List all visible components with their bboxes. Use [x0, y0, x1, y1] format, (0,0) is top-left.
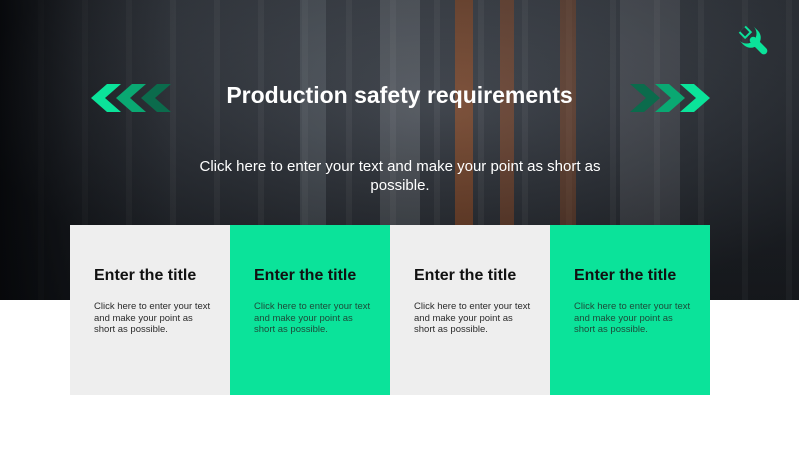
card-4[interactable]: Enter the title Click here to enter your… — [550, 225, 710, 395]
card-row: Enter the title Click here to enter your… — [70, 225, 710, 395]
card-1[interactable]: Enter the title Click here to enter your… — [70, 225, 230, 395]
wrench-icon — [738, 25, 768, 55]
card-title[interactable]: Enter the title — [414, 267, 532, 285]
slide-subtitle[interactable]: Click here to enter your text and make y… — [190, 157, 610, 195]
card-2[interactable]: Enter the title Click here to enter your… — [230, 225, 390, 395]
card-text[interactable]: Click here to enter your text and make y… — [414, 301, 532, 336]
chevrons-right-icon — [630, 84, 710, 112]
card-title[interactable]: Enter the title — [94, 267, 212, 285]
card-title[interactable]: Enter the title — [254, 267, 372, 285]
card-text[interactable]: Click here to enter your text and make y… — [254, 301, 372, 336]
card-text[interactable]: Click here to enter your text and make y… — [574, 301, 692, 336]
card-title[interactable]: Enter the title — [574, 267, 692, 285]
card-3[interactable]: Enter the title Click here to enter your… — [390, 225, 550, 395]
card-text[interactable]: Click here to enter your text and make y… — [94, 301, 212, 336]
